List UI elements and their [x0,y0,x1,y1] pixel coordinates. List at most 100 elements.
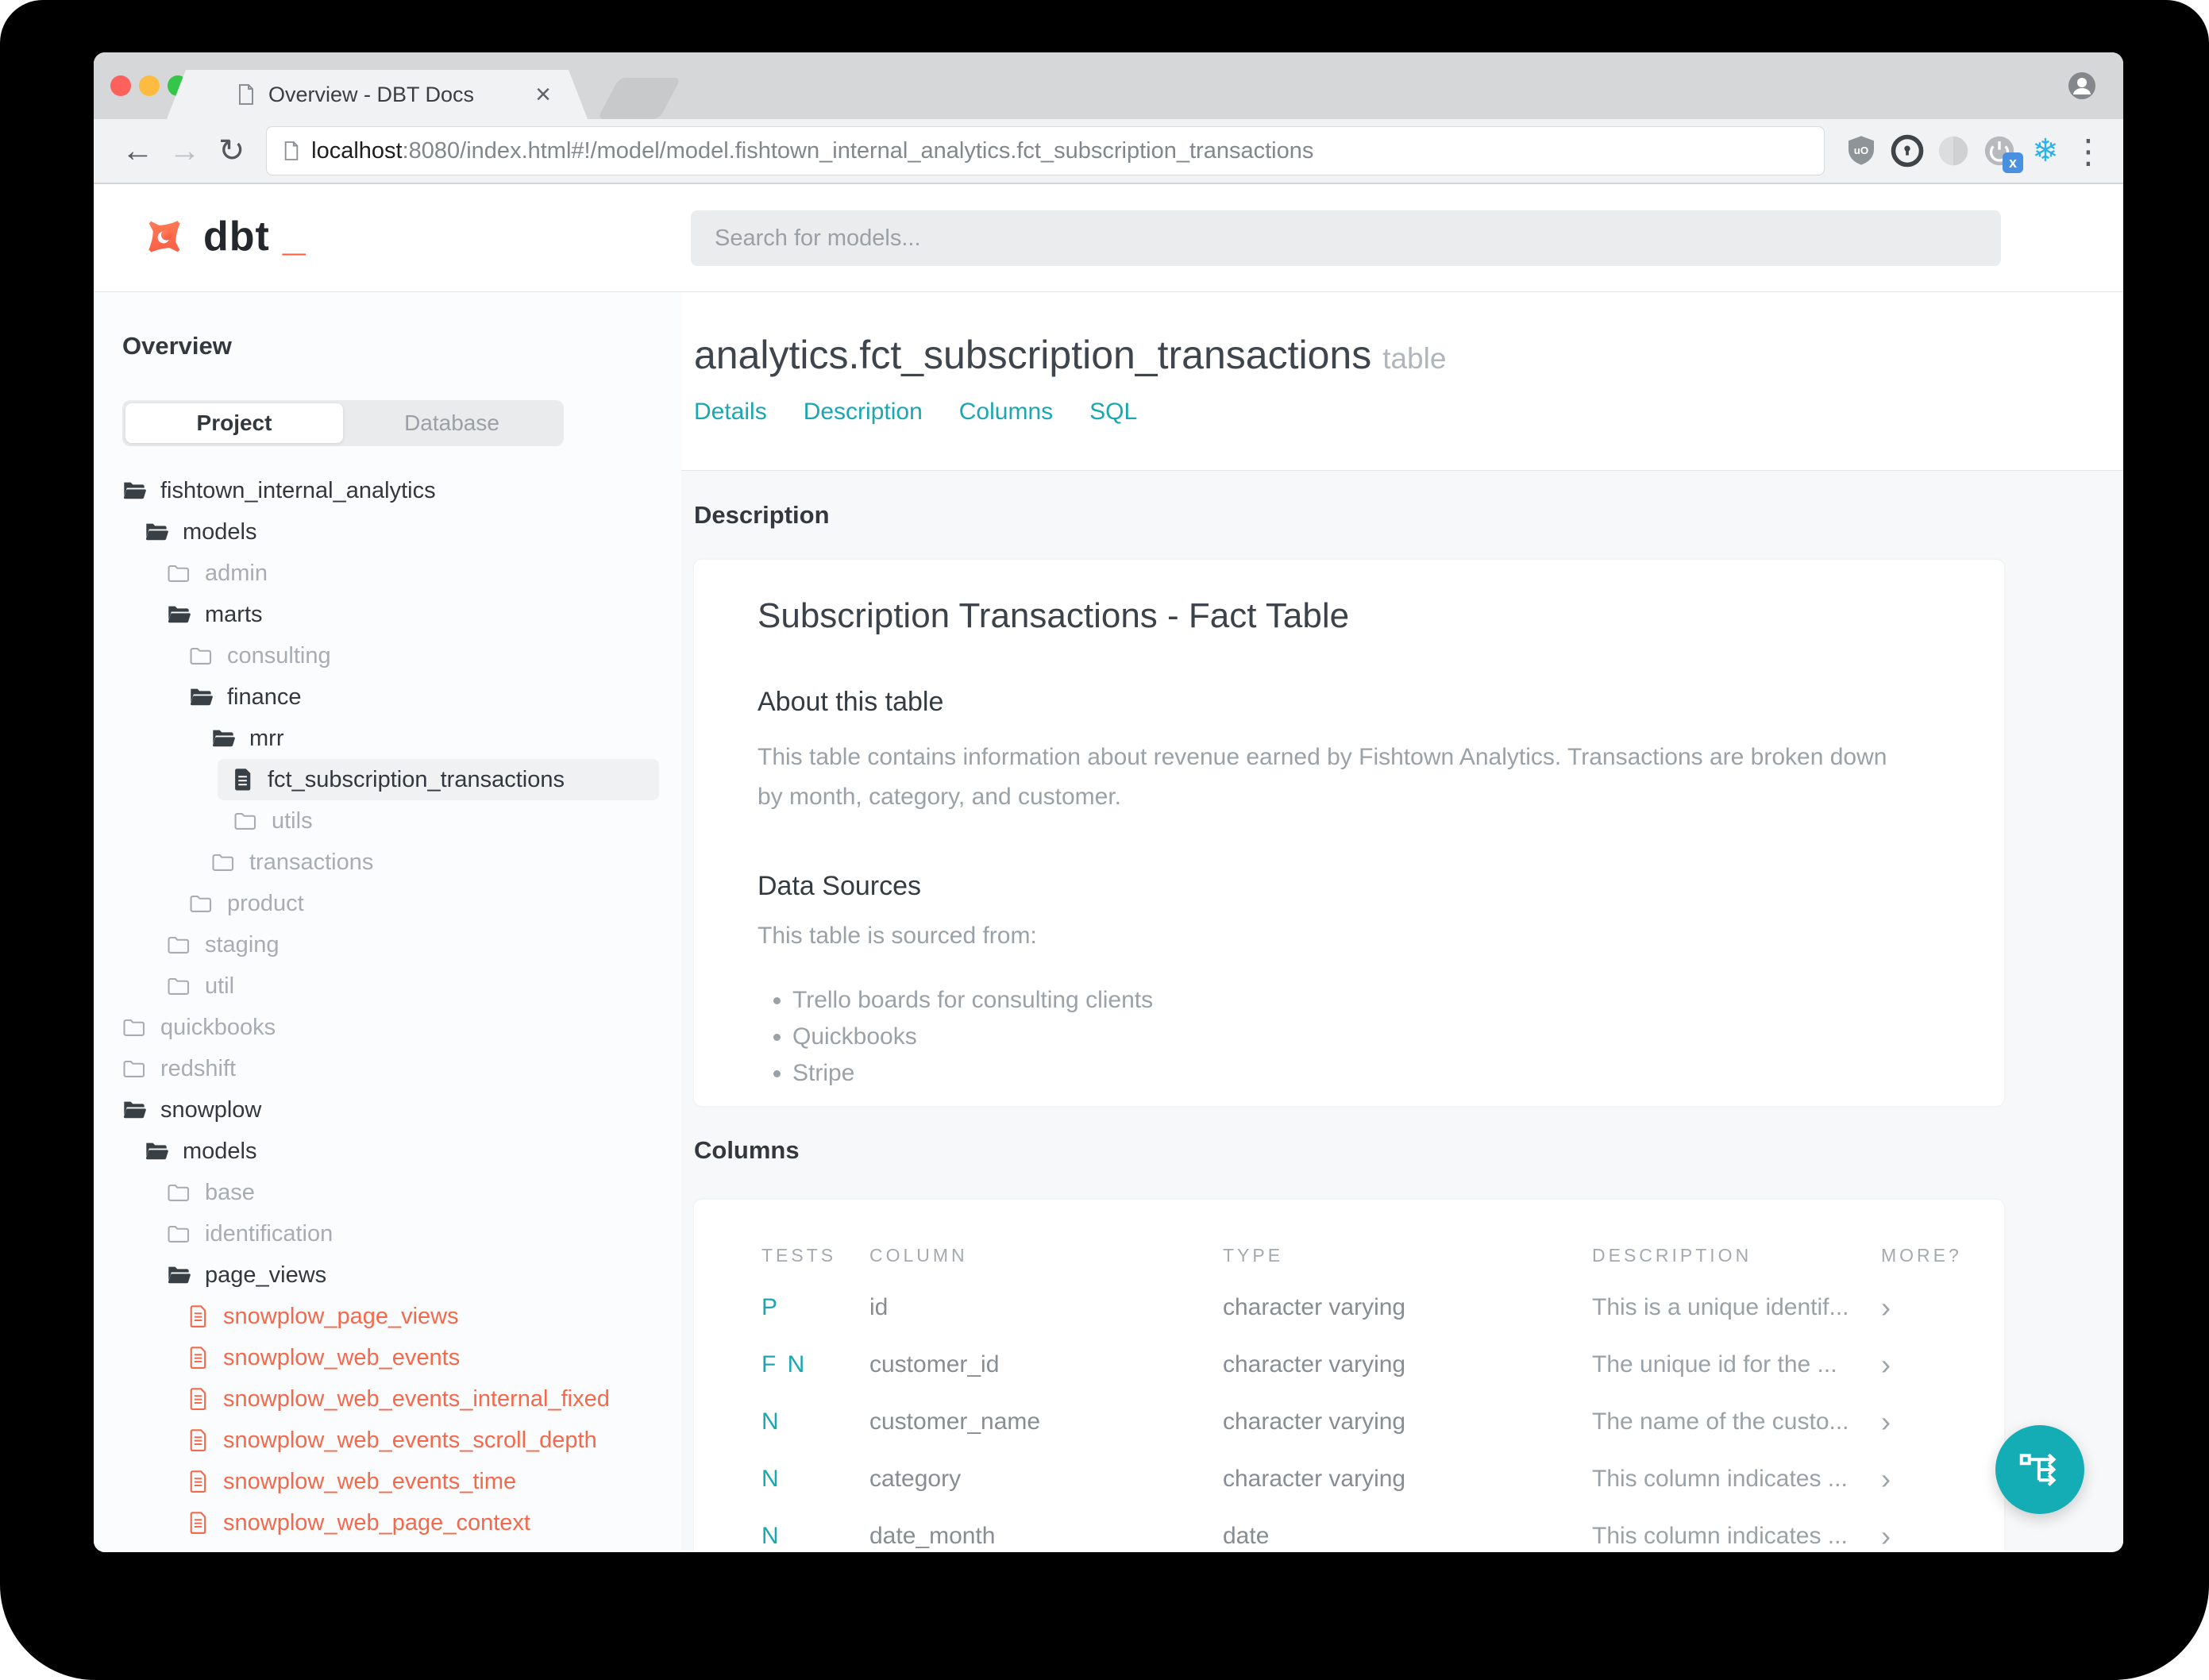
tree-item-transactions[interactable]: transactions [94,842,681,883]
folder-closed-icon [233,811,257,831]
column-name-cell: id [869,1294,889,1320]
tree-item-fct_subscription_transactions[interactable]: fct_subscription_transactions [218,759,659,800]
lineage-graph-button[interactable] [1995,1425,2084,1514]
forward-button-icon[interactable]: → [161,135,208,167]
tree-item-label: transactions [249,849,374,875]
column-row-customer_id[interactable]: F N customer_id character varying The uniqu… [761,1336,1937,1393]
file-tree: fishtown_internal_analytics models admin… [94,470,681,1543]
tree-item-fishtown_internal_analytics[interactable]: fishtown_internal_analytics [94,470,681,511]
tree-item-snowplow_web_events_scroll_depth[interactable]: snowplow_web_events_scroll_depth [94,1420,681,1461]
folder-open-icon [122,1100,146,1120]
tree-item-quickbooks[interactable]: quickbooks [94,1007,681,1048]
header-divider [681,470,2123,471]
more-chevron-icon[interactable]: › [1881,1462,1937,1496]
tree-item-marts[interactable]: marts [94,594,681,635]
nav-link-columns[interactable]: Columns [959,399,1053,426]
gray-circle-extension-icon[interactable] [1933,130,1974,171]
new-tab-button[interactable] [597,78,681,119]
url-path: :8080/index.html#!/model/model.fishtown_… [402,137,1314,164]
tree-item-label: models [183,1138,257,1164]
file-icon [189,1387,209,1411]
tree-item-finance[interactable]: finance [94,676,681,718]
column-header-type: TYPE [1223,1244,1284,1266]
column-name-cell: customer_id [869,1351,1000,1378]
tree-item-label: snowplow [160,1096,262,1123]
tree-item-snowplow_web_events[interactable]: snowplow_web_events [94,1337,681,1378]
tree-item-label: quickbooks [160,1014,276,1040]
tree-item-models[interactable]: models [94,511,681,553]
tests-cell: P [761,1294,781,1320]
tree-item-label: snowplow_web_events_scroll_depth [223,1427,597,1453]
type-cell: date [1223,1523,1270,1549]
snowflake-extension-icon[interactable]: ❄ [2025,130,2066,171]
folder-open-icon [211,728,235,749]
dbt-logo-cursor: _ [282,214,306,260]
folder-closed-icon [122,1017,146,1038]
minimize-window-button[interactable] [139,75,160,96]
browser-tab[interactable]: Overview - DBT Docs × [167,70,588,119]
tree-item-identification[interactable]: identification [94,1213,681,1254]
description-card: Subscription Transactions - Fact Table A… [694,560,2004,1106]
app-header: dbt _ [94,184,2123,292]
tree-item-util[interactable]: util [94,965,681,1007]
tree-item-label: snowplow_web_events_internal_fixed [223,1385,610,1412]
address-bar[interactable]: localhost:8080/index.html#!/model/model.… [266,126,1825,175]
tree-item-snowplow[interactable]: snowplow [94,1089,681,1131]
column-header-description: DESCRIPTION [1592,1244,1752,1266]
tests-cell: N [761,1408,781,1435]
tree-item-snowplow_page_views[interactable]: snowplow_page_views [94,1296,681,1337]
tree-item-redshift[interactable]: redshift [94,1048,681,1089]
tree-item-admin[interactable]: admin [94,553,681,594]
dbt-logo[interactable]: dbt _ [138,210,306,263]
tree-item-page_views[interactable]: page_views [94,1254,681,1296]
tab-project[interactable]: Project [125,403,343,443]
tree-item-label: utils [272,807,313,834]
tree-item-snowplow_web_events_time[interactable]: snowplow_web_events_time [94,1461,681,1502]
more-chevron-icon[interactable]: › [1881,1520,1937,1551]
power-extension-icon[interactable]: x [1979,130,2024,173]
tree-item-staging[interactable]: staging [94,924,681,965]
tree-item-mrr[interactable]: mrr [94,718,681,759]
folder-closed-icon [167,1182,191,1203]
tree-item-label: page_views [205,1262,327,1288]
nav-link-description[interactable]: Description [804,399,923,426]
close-window-button[interactable] [110,75,131,96]
tree-item-utils[interactable]: utils [94,800,681,842]
tree-item-snowplow_web_events_internal_fixed[interactable]: snowplow_web_events_internal_fixed [94,1378,681,1420]
columns-section-label: Columns [694,1136,800,1164]
onepassword-extension-icon[interactable] [1887,130,1928,171]
more-chevron-icon[interactable]: › [1881,1348,1937,1381]
type-cell: character varying [1223,1466,1406,1492]
column-header-tests: TESTS [761,1244,837,1266]
extension-icons: uO x ❄ ⋮ [1841,130,2106,173]
more-chevron-icon[interactable]: › [1881,1291,1937,1324]
tree-item-models[interactable]: models [94,1131,681,1172]
tests-cell: F N [761,1351,808,1378]
column-row-customer_name[interactable]: Ncustomer_name character varying The name … [761,1393,1937,1451]
search-input[interactable] [691,210,2001,266]
tree-item-snowplow_web_page_context[interactable]: snowplow_web_page_context [94,1502,681,1543]
browser-toolbar: ← → ↻ localhost:8080/index.html#!/model/… [94,119,2123,184]
dbt-logo-text: dbt [203,214,270,260]
file-icon [233,768,253,792]
tree-item-product[interactable]: product [94,883,681,924]
profile-icon[interactable] [2068,71,2096,104]
tab-close-icon[interactable]: × [535,81,551,108]
column-row-category[interactable]: Ncategory character varying This column in… [761,1451,1937,1508]
column-row-date_month[interactable]: Ndate_month date This column indicates ...… [761,1508,1937,1551]
reload-button-icon[interactable]: ↻ [208,135,255,167]
ublock-extension-icon[interactable]: uO [1841,130,1882,171]
nav-link-sql[interactable]: SQL [1089,399,1137,426]
tree-item-base[interactable]: base [94,1172,681,1213]
file-icon [189,1511,209,1535]
tree-item-label: models [183,518,257,545]
nav-link-details[interactable]: Details [694,399,767,426]
more-chevron-icon[interactable]: › [1881,1405,1937,1439]
tree-item-consulting[interactable]: consulting [94,635,681,676]
tab-database[interactable]: Database [343,403,561,443]
column-row-id[interactable]: Pid character varying This is a unique ide… [761,1279,1937,1336]
screenshot-frame: Overview - DBT Docs × ← → ↻ localhost:80… [0,0,2209,1680]
browser-menu-icon[interactable]: ⋮ [2071,132,2106,171]
type-cell: character varying [1223,1351,1406,1378]
back-button-icon[interactable]: ← [114,135,161,167]
